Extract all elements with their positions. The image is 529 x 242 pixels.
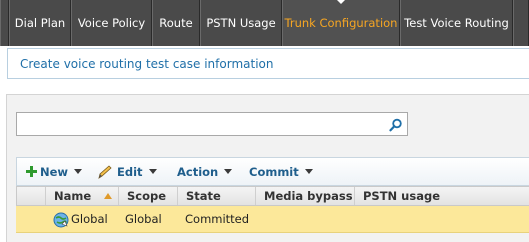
tab-bar: Dial Plan Voice Policy Route PSTN Usage … (0, 0, 529, 46)
column-header-label: Media bypass (264, 189, 353, 203)
column-header-label: State (186, 189, 221, 203)
table-row[interactable]: Global Global Committed (16, 206, 529, 233)
chevron-down-icon (304, 169, 313, 174)
column-header-label: Name (54, 189, 92, 203)
action-button[interactable]: Action (177, 158, 233, 185)
tab-label: Test Voice Routing (404, 16, 509, 30)
search-icon[interactable] (389, 117, 403, 132)
globe-icon (53, 212, 69, 232)
tab-label: Voice Policy (77, 16, 146, 30)
new-button[interactable]: New (26, 158, 83, 185)
tab-trunk-configuration[interactable]: Trunk Configuration (282, 0, 400, 46)
action-label: Action (177, 164, 219, 179)
chevron-down-icon (74, 169, 83, 174)
edit-label: Edit (117, 164, 143, 179)
new-label: New (40, 164, 69, 179)
toolbar: New Edit Action Commit (16, 157, 529, 186)
commit-label: Commit (249, 164, 299, 179)
tab-route[interactable]: Route (152, 0, 200, 46)
header-icon-column (17, 187, 45, 205)
search-input[interactable] (16, 112, 408, 136)
tab-test-voice-routing[interactable]: Test Voice Routing (400, 0, 513, 46)
chevron-down-icon (148, 169, 157, 174)
grid-header: Name Scope State Media bypass PSTN usage (16, 186, 529, 206)
chevron-down-icon (224, 169, 233, 174)
tab-edge (0, 0, 9, 46)
commit-button[interactable]: Commit (249, 158, 313, 185)
plus-icon (26, 166, 37, 177)
active-tab-indicator (337, 0, 345, 4)
edit-button[interactable]: Edit (97, 158, 157, 185)
column-header-scope[interactable]: Scope (118, 187, 177, 205)
column-header-media-bypass[interactable]: Media bypass (255, 187, 354, 205)
tab-label: Trunk Configuration (284, 16, 398, 30)
sort-ascending-icon (104, 193, 112, 199)
cell-state: Committed (185, 212, 250, 226)
tab-label: PSTN Usage (206, 16, 276, 30)
pencil-icon (98, 164, 112, 179)
column-header-label: Scope (127, 189, 167, 203)
cell-name: Global (71, 212, 108, 226)
create-test-case-link[interactable]: Create voice routing test case informati… (20, 57, 273, 71)
column-header-pstn-usage[interactable]: PSTN usage (354, 187, 529, 205)
column-header-label: PSTN usage (363, 189, 441, 203)
cell-scope: Global (125, 212, 162, 226)
tab-dial-plan[interactable]: Dial Plan (9, 0, 71, 46)
column-header-state[interactable]: State (177, 187, 255, 205)
column-header-name[interactable]: Name (45, 187, 118, 205)
description-bar: Create voice routing test case informati… (7, 48, 529, 79)
tab-overflow[interactable] (513, 0, 529, 46)
tab-voice-policy[interactable]: Voice Policy (71, 0, 152, 46)
tab-pstn-usage[interactable]: PSTN Usage (200, 0, 282, 46)
tab-label: Route (159, 16, 193, 30)
tab-label: Dial Plan (14, 16, 66, 30)
